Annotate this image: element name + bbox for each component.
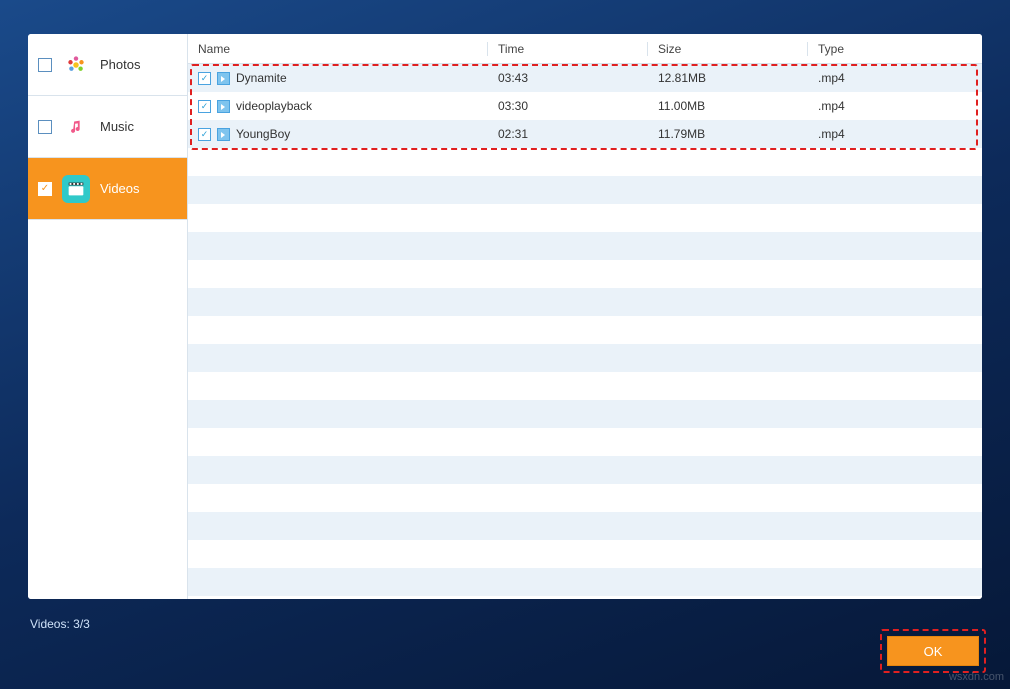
sidebar-item-videos[interactable]: ✓ Videos <box>28 158 187 220</box>
ok-button[interactable]: OK <box>887 636 979 666</box>
file-size: 11.00MB <box>648 99 808 113</box>
table-header: Name Time Size Type <box>188 34 982 64</box>
sidebar-item-photos[interactable]: Photos <box>28 34 187 96</box>
main-panel: Photos Music ✓ Videos Name Time Size Typ… <box>28 34 982 599</box>
sidebar-item-music[interactable]: Music <box>28 96 187 158</box>
file-time: 03:43 <box>488 71 648 85</box>
row-checkbox[interactable]: ✓ <box>198 128 211 141</box>
row-checkbox[interactable]: ✓ <box>198 100 211 113</box>
table-row[interactable]: ✓ Dynamite 03:43 12.81MB .mp4 <box>188 64 982 92</box>
file-type: .mp4 <box>808 127 982 141</box>
file-size: 12.81MB <box>648 71 808 85</box>
row-checkbox[interactable]: ✓ <box>198 72 211 85</box>
videos-icon <box>62 175 90 203</box>
col-header-time[interactable]: Time <box>488 42 648 56</box>
watermark: wsxdn.com <box>949 671 1004 683</box>
sidebar: Photos Music ✓ Videos <box>28 34 188 599</box>
checkbox-photos[interactable] <box>38 58 52 72</box>
file-time: 02:31 <box>488 127 648 141</box>
checkbox-videos[interactable]: ✓ <box>38 182 52 196</box>
file-size: 11.79MB <box>648 127 808 141</box>
table-row[interactable]: ✓ videoplayback 03:30 11.00MB .mp4 <box>188 92 982 120</box>
file-type: .mp4 <box>808 99 982 113</box>
col-header-size[interactable]: Size <box>648 42 808 56</box>
sidebar-item-label: Music <box>100 119 134 134</box>
video-file-icon <box>217 128 230 141</box>
file-name: YoungBoy <box>236 127 290 141</box>
file-name: Dynamite <box>236 71 287 85</box>
col-header-name[interactable]: Name <box>188 42 488 56</box>
file-type: .mp4 <box>808 71 982 85</box>
col-header-type[interactable]: Type <box>808 42 982 56</box>
checkbox-music[interactable] <box>38 120 52 134</box>
video-file-icon <box>217 72 230 85</box>
table-row[interactable]: ✓ YoungBoy 02:31 11.79MB .mp4 <box>188 120 982 148</box>
table-body: ✓ Dynamite 03:43 12.81MB .mp4 ✓ videopla… <box>188 64 982 599</box>
content-area: Name Time Size Type ✓ Dynamite 03:43 12.… <box>188 34 982 599</box>
highlight-annotation: OK <box>880 629 986 673</box>
music-icon <box>62 113 90 141</box>
file-time: 03:30 <box>488 99 648 113</box>
photos-icon <box>62 51 90 79</box>
status-text: Videos: 3/3 <box>30 617 90 631</box>
sidebar-item-label: Photos <box>100 57 140 72</box>
sidebar-item-label: Videos <box>100 181 140 196</box>
video-file-icon <box>217 100 230 113</box>
file-name: videoplayback <box>236 99 312 113</box>
